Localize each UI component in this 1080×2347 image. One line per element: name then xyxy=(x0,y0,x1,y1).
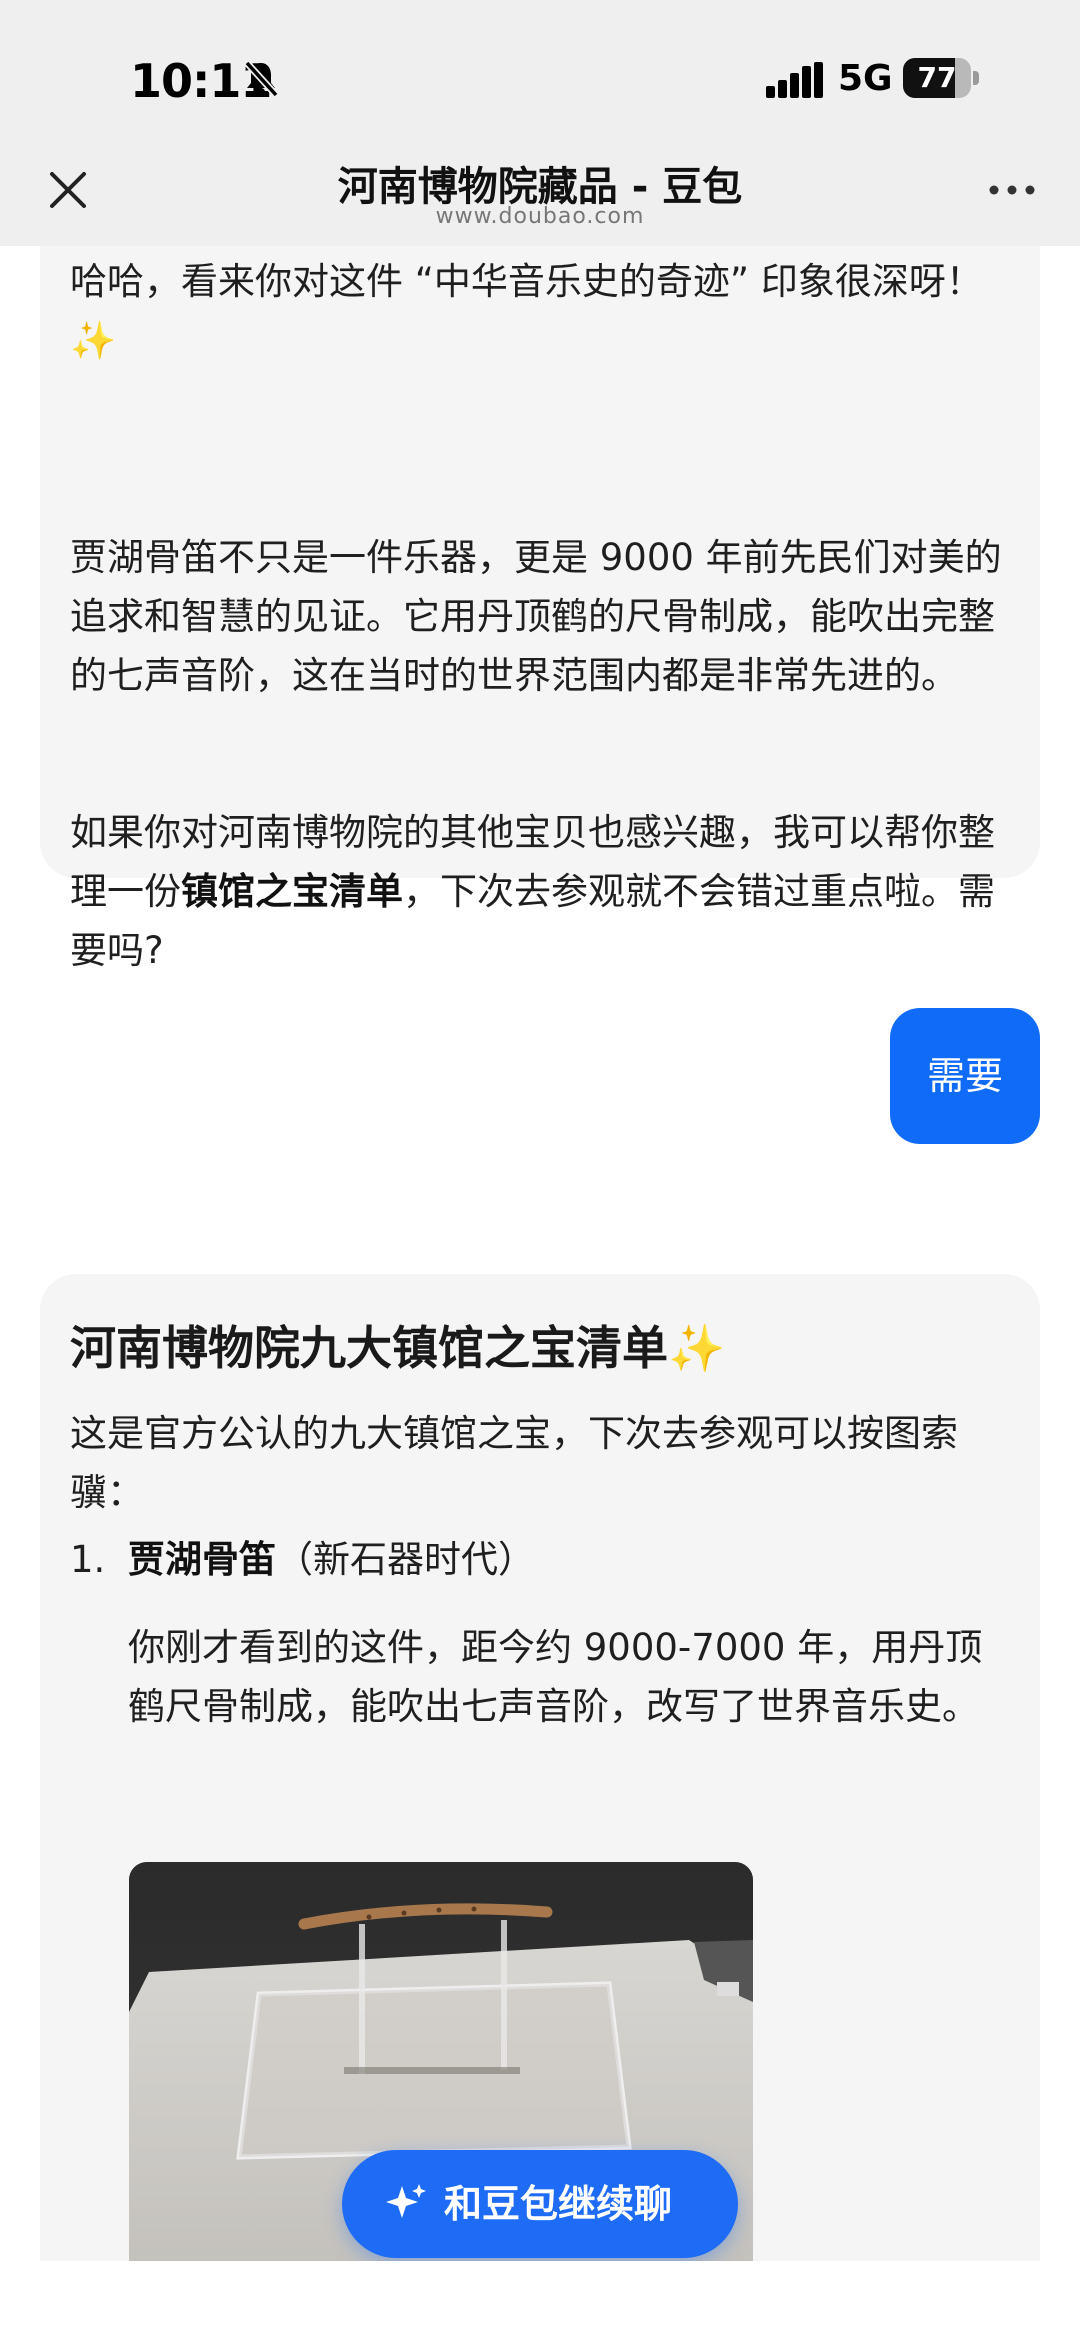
user-message[interactable]: 需要 xyxy=(890,1008,1040,1144)
signal-icon xyxy=(766,62,823,98)
sparkle-icon xyxy=(386,2184,426,2218)
battery-indicator: 77 xyxy=(903,58,979,98)
treasure-era: （新石器时代） xyxy=(276,1538,535,1581)
assistant-message: 哈哈，看来你对这件 “中华音乐史的奇迹” 印象很深呀！ ✨ 贾湖骨笛不只是一件乐… xyxy=(40,246,1040,972)
more-icon[interactable] xyxy=(984,170,1040,210)
chat-content[interactable]: 哈哈，看来你对这件 “中华音乐史的奇迹” 印象很深呀！ ✨ 贾湖骨笛不只是一件乐… xyxy=(0,246,1080,2261)
nav-bar: 河南博物院藏品 - 豆包 www.doubao.com xyxy=(0,140,1080,246)
treasure-name: 贾湖骨笛 xyxy=(128,1538,276,1581)
page-url: www.doubao.com xyxy=(435,204,645,229)
list-intro: 这是官方公认的九大镇馆之宝，下次去参观可以按图索骥： xyxy=(70,1412,958,1514)
sparkle-icon: ✨ xyxy=(70,319,117,362)
network-type: 5G xyxy=(838,58,893,99)
status-bar: 10:11 5G 77 xyxy=(0,0,1080,140)
list-item-description: 你刚才看到的这件，距今约 9000-7000 年，用丹顶鹤尺骨制成，能吹出七声音… xyxy=(128,1626,983,1728)
list-item-heading: 贾湖骨笛（新石器时代） xyxy=(128,1530,535,1589)
list-item-number: 1. xyxy=(70,1538,106,1581)
bottom-area xyxy=(0,2261,1080,2347)
battery-level: 77 xyxy=(917,61,957,94)
continue-chat-label: 和豆包继续聊 xyxy=(444,2182,673,2226)
message-paragraph: 贾湖骨笛不只是一件乐器，更是 9000 年前先民们对美的追求和智慧的见证。它用丹… xyxy=(70,536,1002,697)
message-paragraph: 如果你对河南博物院的其他宝贝也感兴趣，我可以帮你整理一份镇馆之宝清单，下次去参观… xyxy=(70,811,995,972)
assistant-message: 河南博物院九大镇馆之宝清单✨ 这是官方公认的九大镇馆之宝，下次去参观可以按图索骥… xyxy=(40,1274,1040,2261)
bold-text: 镇馆之宝清单 xyxy=(181,870,403,913)
continue-chat-button[interactable]: 和豆包继续聊 xyxy=(342,2150,738,2258)
sparkle-icon: ✨ xyxy=(668,1321,726,1375)
list-title: 河南博物院九大镇馆之宝清单✨ xyxy=(70,1321,726,1375)
bell-muted-icon xyxy=(244,60,279,98)
message-paragraph: 哈哈，看来你对这件 “中华音乐史的奇迹” 印象很深呀！ ✨ xyxy=(70,260,983,362)
